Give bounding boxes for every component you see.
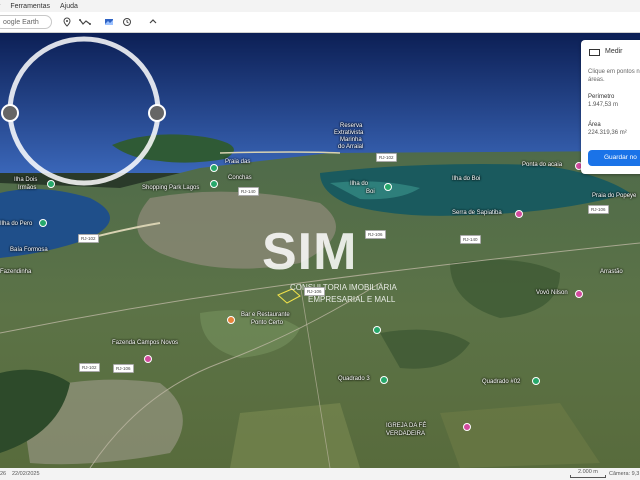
scale-label: 2.000 m — [578, 469, 598, 475]
place-label[interactable]: Conchas — [228, 175, 252, 181]
place-label[interactable]: Quadrado #02 — [482, 379, 520, 385]
place-label[interactable]: Shopping Park Lagos — [142, 185, 199, 191]
place-label[interactable]: Fazenda Campos Novos — [112, 340, 178, 346]
place-label[interactable]: Ilha do Boi — [452, 176, 480, 182]
place-pin-icon[interactable] — [210, 164, 218, 172]
menu-item-tools[interactable]: Ferramentas — [10, 3, 50, 10]
road-shield: RJ-140 — [238, 187, 259, 196]
road-shield: RJ-106 — [365, 230, 386, 239]
place-pin-icon[interactable] — [575, 290, 583, 298]
menu-item-help[interactable]: Ajuda — [60, 3, 78, 10]
place-pin-icon[interactable] — [384, 183, 392, 191]
place-pin-icon[interactable] — [144, 355, 152, 363]
road-shield: RJ-102 — [79, 363, 100, 372]
imagery-date: 22/02/2025 — [12, 471, 40, 477]
place-label[interactable]: Boi — [366, 189, 375, 195]
status-bar: 26 22/02/2025 2.000 m Câmera: 9,3 — [0, 468, 640, 480]
history-icon[interactable] — [122, 17, 132, 27]
toolbar: oogle Earth — [0, 12, 640, 33]
place-pin-icon[interactable] — [515, 210, 523, 218]
measure-title: Medir — [605, 48, 623, 55]
place-pin-icon[interactable] — [373, 326, 381, 334]
place-pin-icon[interactable] — [380, 376, 388, 384]
road-shield: RJ-140 — [460, 235, 481, 244]
area-value: 224.319,36 m² — [588, 130, 627, 136]
place-label[interactable]: Reserva — [340, 123, 362, 129]
road-shield: RJ-106 — [304, 287, 325, 296]
place-label[interactable]: Arrastão — [600, 269, 623, 275]
place-label[interactable]: Ilha do Pero — [0, 221, 32, 227]
perimeter-label: Perímetro — [588, 94, 615, 100]
road-shield: RJ-106 — [113, 364, 134, 373]
place-pin-icon[interactable] — [532, 377, 540, 385]
measure-panel: Medir Clique em pontos n áreas. Perímetr… — [581, 40, 640, 174]
place-pin-icon[interactable] — [39, 219, 47, 227]
place-label[interactable]: Serra de Sapiatiba — [452, 210, 502, 216]
place-label[interactable]: Vovô Nilson — [536, 290, 568, 296]
save-label: Guardar no — [604, 154, 637, 161]
menu-bar: r Ferramentas Ajuda — [0, 0, 640, 12]
place-label[interactable]: Extrativista — [334, 130, 363, 136]
place-label[interactable]: Praia das — [225, 159, 250, 165]
watermark-text: SIM — [262, 223, 358, 281]
place-pin-icon[interactable] — [463, 423, 471, 431]
chevron-up-icon[interactable] — [148, 17, 158, 27]
place-label[interactable]: Praia do Popeye — [592, 193, 636, 199]
road-shield: RJ-102 — [78, 234, 99, 243]
place-label[interactable]: Baía Formosa — [10, 247, 48, 253]
placemark-icon[interactable] — [62, 17, 72, 27]
path-icon[interactable] — [79, 17, 91, 27]
save-button[interactable]: Guardar no — [588, 150, 640, 166]
place-label[interactable]: Ponto Certo — [251, 320, 283, 326]
place-label[interactable]: Fazendinha — [0, 269, 31, 275]
place-pin-icon[interactable] — [47, 180, 55, 188]
place-label[interactable]: Ponta do acaia — [522, 162, 562, 168]
watermark-subtitle-2: EMPRESARIAL E MALL — [308, 295, 396, 304]
place-label[interactable]: IGREJA DA FÉ — [386, 423, 426, 429]
place-label[interactable]: Ilha do — [350, 181, 368, 187]
place-label[interactable]: Bar e Restaurante — [241, 312, 290, 318]
area-label: Área — [588, 122, 601, 128]
place-label[interactable]: do Arraial — [338, 144, 363, 150]
place-label[interactable]: VERDADEIRA — [386, 431, 425, 437]
place-label[interactable]: Marinha — [340, 137, 362, 143]
ruler-icon — [589, 49, 600, 56]
road-shield: RJ-102 — [376, 153, 397, 162]
measure-hint: Clique em pontos n áreas. — [588, 69, 640, 83]
map-view[interactable]: SIM CONSULTORIA IMOBILIÁRIA EMPRESARIAL … — [0, 33, 640, 468]
image-overlay-icon[interactable] — [104, 17, 114, 27]
search-input[interactable]: oogle Earth — [0, 15, 52, 29]
place-pin-icon[interactable] — [227, 316, 235, 324]
place-label[interactable]: Irmãos — [18, 185, 36, 191]
camera-altitude: Câmera: 9,3 — [609, 471, 640, 477]
place-pin-icon[interactable] — [210, 180, 218, 188]
status-left-text: 26 — [0, 471, 7, 477]
place-label[interactable]: Quadrado 3 — [338, 376, 370, 382]
watermark-logo — [1, 36, 166, 186]
place-label[interactable]: Ilha Dois — [14, 177, 37, 183]
scale-bar — [570, 475, 606, 478]
road-shield: RJ-106 — [588, 205, 609, 214]
perimeter-value: 1.947,53 m — [588, 102, 619, 108]
